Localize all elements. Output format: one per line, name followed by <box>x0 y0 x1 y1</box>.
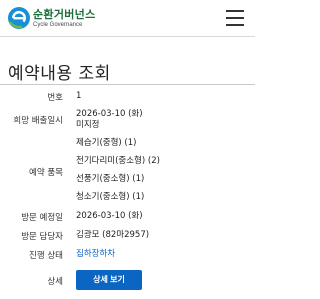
visitor-label: 방문 담당자 <box>21 232 63 242</box>
cycle-governance-logo[interactable]: 순환거버넌스 Cycle Governance <box>7 6 96 30</box>
reserved-item: 청소기(중소형) (1) <box>76 192 145 202</box>
number-label: 번호 <box>47 93 63 103</box>
title-divider <box>0 84 255 85</box>
hamburger-menu-icon[interactable] <box>226 10 246 26</box>
more-label: 상세 <box>47 277 63 287</box>
page-title: 예약내용 조회 <box>8 64 111 84</box>
logo-english-text: Cycle Governance <box>33 21 83 28</box>
desired-date-label: 희망 배출일시 <box>13 116 63 126</box>
reserved-item: 선풍기(중소형) (1) <box>76 174 145 184</box>
reserved-item: 제습기(중형) (1) <box>76 138 137 148</box>
desired-date-value: 2026-03-10 (화) <box>76 109 143 119</box>
logo-korean-text: 순환거버넌스 <box>33 7 96 21</box>
visit-date-value: 2026-03-10 (화) <box>76 211 143 221</box>
visit-date-label: 방문 예정일 <box>21 213 63 223</box>
status-label: 진행 상태 <box>29 251 63 261</box>
number-value: 1 <box>76 91 82 101</box>
visitor-value: 김광모 (82마2957) <box>76 230 150 240</box>
status-link[interactable]: 집하장하차 <box>76 249 115 260</box>
app-header: 순환거버넌스 Cycle Governance <box>0 0 255 37</box>
desired-time-value: 미지정 <box>76 120 100 130</box>
reserved-item: 전기다리미(중소형) (2) <box>76 156 160 166</box>
view-detail-button[interactable]: 상세 보기 <box>76 270 142 290</box>
logo-e-icon <box>8 7 30 29</box>
reserved-items-label: 예약 품목 <box>29 168 63 178</box>
